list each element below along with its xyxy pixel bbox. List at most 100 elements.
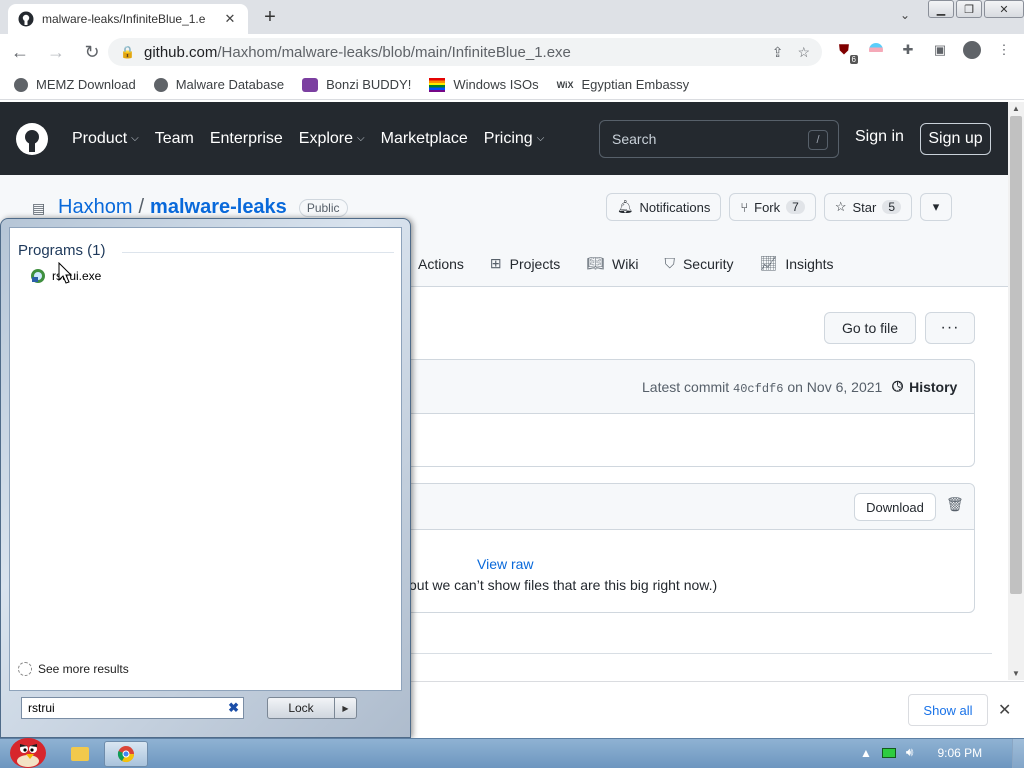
- show-hidden-icons-icon[interactable]: ▲: [860, 746, 872, 760]
- trash-icon[interactable]: 🗑︎: [946, 496, 964, 513]
- github-header: Product ⌵ Team Enterprise Explore ⌵ Market…: [0, 102, 1008, 175]
- bookmark-egyptian-embassy[interactable]: WiX Egyptian Embassy: [557, 77, 690, 92]
- nav-enterprise[interactable]: Enterprise: [210, 130, 283, 148]
- back-icon[interactable]: ←: [4, 36, 36, 68]
- tab-wiki[interactable]: 📖︎ Wiki: [586, 255, 638, 272]
- taskbar-chrome-button[interactable]: [104, 741, 148, 767]
- forward-icon[interactable]: →: [40, 36, 72, 68]
- page-scrollbar[interactable]: ▲ ▼: [1008, 102, 1024, 680]
- extensions-puzzle-icon[interactable]: ✚: [898, 40, 918, 60]
- browser-toolbar: ← → ↻ 🔒 github.com/Haxhom/malware-leaks/…: [0, 34, 1024, 70]
- volume-icon[interactable]: 🔊︎: [906, 745, 914, 760]
- bonzi-icon: [302, 77, 319, 92]
- start-search-input[interactable]: rstrui ✖: [21, 697, 244, 719]
- bookmark-star-icon[interactable]: ☆: [797, 44, 810, 61]
- bookmark-malware-database[interactable]: Malware Database: [153, 77, 284, 92]
- star-dropdown-button[interactable]: ▾: [920, 193, 953, 221]
- github-search-input[interactable]: Search /: [599, 120, 839, 158]
- see-more-label: See more results: [38, 662, 129, 676]
- tab-search-icon[interactable]: ⌄: [895, 8, 915, 28]
- scroll-down-icon[interactable]: ▼: [1012, 669, 1020, 678]
- reload-icon[interactable]: ↻: [76, 36, 108, 68]
- projects-icon: ⊞: [489, 255, 502, 271]
- flag-extension-icon[interactable]: [866, 40, 886, 60]
- nav-team[interactable]: Team: [155, 130, 194, 148]
- repo-owner-link[interactable]: Haxhom: [58, 196, 132, 219]
- commit-prefix: Latest commit: [642, 379, 730, 395]
- go-to-file-button[interactable]: Go to file: [824, 312, 916, 344]
- lock-icon[interactable]: 🔒: [120, 45, 135, 59]
- github-nav: Product ⌵ Team Enterprise Explore ⌵ Market…: [72, 130, 544, 148]
- side-panel-icon[interactable]: ▣: [930, 40, 950, 60]
- github-favicon-icon: [18, 11, 34, 27]
- chrome-icon: [117, 746, 135, 763]
- see-more-results-link[interactable]: See more results: [18, 662, 129, 676]
- tab-close-icon[interactable]: ✕: [222, 11, 238, 27]
- nav-label: Marketplace: [380, 129, 468, 147]
- star-button[interactable]: ☆ Star 5: [823, 193, 913, 221]
- scroll-thumb[interactable]: [1010, 116, 1022, 594]
- commit-date: on Nov 6, 2021: [787, 379, 883, 395]
- share-icon[interactable]: ⇪: [772, 44, 784, 61]
- clock[interactable]: 9:06 PM: [937, 746, 982, 760]
- bookmark-bonzi-buddy[interactable]: Bonzi BUDDY!: [302, 77, 411, 92]
- notifications-label: Notifications: [639, 199, 711, 215]
- nav-label: Pricing: [483, 129, 533, 147]
- sign-in-link[interactable]: Sign in: [855, 128, 904, 146]
- lock-button[interactable]: Lock: [267, 697, 335, 719]
- clear-search-icon[interactable]: ✖: [228, 700, 239, 716]
- angry-bird-start-icon[interactable]: [4, 731, 50, 768]
- nav-explore[interactable]: Explore ⌵: [299, 130, 365, 148]
- scroll-up-icon[interactable]: ▲: [1012, 104, 1020, 113]
- show-all-button[interactable]: Show all: [908, 694, 988, 726]
- fork-button[interactable]: ⑂ Fork 7: [729, 193, 816, 221]
- history-link[interactable]: 🕓︎ History: [892, 378, 957, 395]
- bookmark-memz[interactable]: MEMZ Download: [14, 77, 136, 92]
- commit-sha-link[interactable]: 40cfdf6: [733, 382, 783, 396]
- notifications-button[interactable]: 🔔︎ Notifications: [606, 193, 722, 221]
- folder-icon: [71, 747, 89, 761]
- repo-name-link[interactable]: malware-leaks: [150, 196, 287, 219]
- github-logo-icon[interactable]: [16, 122, 48, 155]
- browser-tab[interactable]: malware-leaks/InfiniteBlue_1.e ✕: [8, 4, 248, 34]
- close-icon[interactable]: ✕: [998, 700, 1011, 720]
- address-bar[interactable]: 🔒 github.com/Haxhom/malware-leaks/blob/m…: [108, 38, 822, 66]
- globe-icon: [14, 77, 28, 92]
- tab-label: Security: [682, 255, 734, 272]
- graph-icon: 📈︎: [759, 255, 778, 271]
- minimize-icon[interactable]: ▁: [928, 0, 954, 18]
- new-tab-icon[interactable]: +: [258, 6, 282, 30]
- restore-icon[interactable]: ❐: [956, 0, 982, 18]
- chrome-menu-icon[interactable]: ⋮: [994, 40, 1014, 60]
- search-placeholder: Search: [612, 131, 657, 147]
- repo-icon: ▤: [32, 199, 46, 216]
- profile-avatar-icon[interactable]: [962, 40, 982, 60]
- tab-security[interactable]: ⛉ Security: [664, 255, 733, 272]
- network-icon[interactable]: [881, 747, 896, 758]
- nav-product[interactable]: Product ⌵: [72, 130, 139, 148]
- tab-insights[interactable]: 📈︎ Insights: [760, 255, 834, 272]
- url-host: github.com: [144, 43, 218, 61]
- show-desktop-button[interactable]: [1012, 739, 1024, 768]
- bookmarks-bar: MEMZ Download Malware Database Bonzi BUD…: [0, 70, 1024, 100]
- download-button[interactable]: Download: [854, 493, 936, 521]
- tab-actions[interactable]: Actions: [418, 255, 464, 272]
- chevron-down-icon: ⌵: [536, 133, 545, 144]
- tab-projects[interactable]: ⊞ Projects: [490, 255, 560, 272]
- system-restore-icon: [31, 269, 45, 283]
- ublock-extension-icon[interactable]: ⛊ 6: [834, 40, 858, 64]
- view-raw-link[interactable]: View raw: [477, 556, 534, 572]
- repo-actions: 🔔︎ Notifications ⑂ Fork 7 ☆ Star 5 ▾: [606, 193, 953, 221]
- mouse-cursor-icon: [58, 262, 72, 284]
- more-options-button[interactable]: ···: [925, 312, 975, 344]
- close-window-icon[interactable]: ✕: [984, 0, 1024, 18]
- nav-marketplace[interactable]: Marketplace: [381, 130, 468, 148]
- shutdown-options-icon[interactable]: ▶: [335, 697, 357, 719]
- nav-pricing[interactable]: Pricing ⌵: [484, 130, 545, 148]
- bookmark-windows-isos[interactable]: Windows ISOs: [429, 77, 539, 92]
- book-icon: 📖︎: [586, 255, 605, 271]
- sign-up-button[interactable]: Sign up: [920, 123, 991, 155]
- bookmark-label: Egyptian Embassy: [581, 77, 690, 92]
- taskbar-explorer-button[interactable]: [58, 741, 102, 767]
- tab-label: Actions: [418, 255, 464, 272]
